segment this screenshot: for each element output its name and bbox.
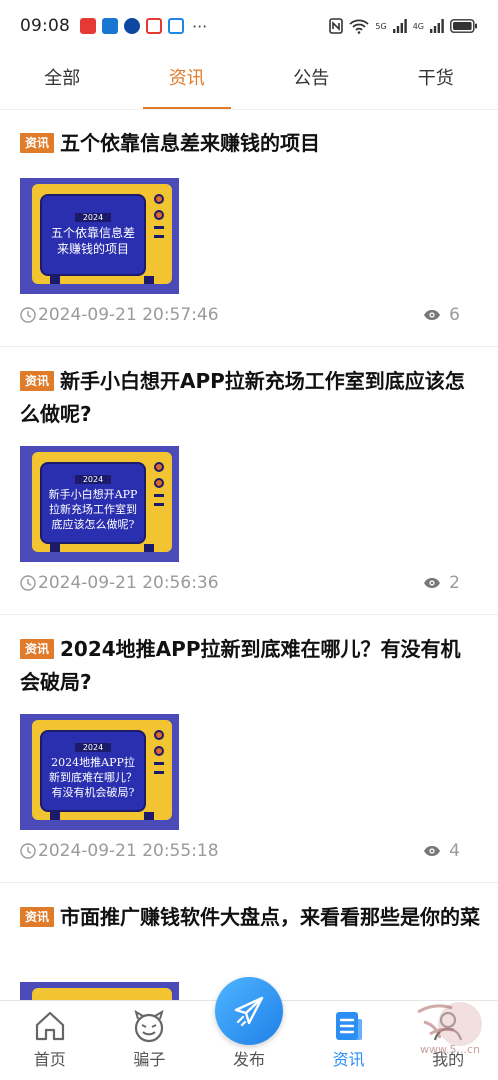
- category-tabs: 全部 资讯 公告 干货: [0, 52, 498, 110]
- article-meta: 2024-09-21 20:57:46 6: [20, 305, 460, 325]
- thumbnail-caption: 新手小白想开APP拉新充场工作室到底应该怎么做呢?: [48, 487, 138, 531]
- tv-screen: 2024 2024地推APP拉新到底难在哪儿？有没有机会破局?: [40, 730, 146, 812]
- tv-illustration: 2024 新手小白想开APP拉新充场工作室到底应该怎么做呢?: [32, 452, 172, 552]
- signal-5g-label: 5G: [375, 21, 387, 31]
- eye-icon: [424, 310, 441, 320]
- article-title-text: 市面推广赚钱软件大盘点，来看看那些是你的菜: [60, 905, 481, 929]
- paper-plane-icon: [234, 996, 264, 1027]
- tv-knobs: [152, 462, 166, 506]
- watermark-text: www.5...cn: [420, 1043, 480, 1056]
- article-title-text: 五个依靠信息差来赚钱的项目: [60, 131, 321, 155]
- article-card[interactable]: 资讯 新手小白想开APP拉新充场工作室到底应该怎么做呢? 2024 新手小白想开A…: [0, 347, 498, 615]
- article-title-text: 2024地推APP拉新到底难在哪儿？有没有机会破局?: [20, 637, 461, 694]
- clock-icon: [20, 575, 36, 591]
- thumbnail-year: 2024: [74, 474, 112, 484]
- publish-button[interactable]: [214, 977, 283, 1045]
- clock-icon: [20, 843, 36, 859]
- tab-announcements[interactable]: 公告: [249, 52, 374, 109]
- article-tag: 资讯: [20, 639, 55, 659]
- article-title-text: 新手小白想开APP拉新充场工作室到底应该怎么做呢?: [20, 369, 465, 426]
- tab-news[interactable]: 资讯: [125, 52, 250, 109]
- article-views: 2: [423, 573, 460, 593]
- notification-icons: ···: [80, 17, 207, 36]
- tab-tips[interactable]: 干货: [374, 52, 498, 109]
- tv-knobs: [152, 194, 166, 238]
- article-meta: 2024-09-21 20:55:18 4: [20, 841, 460, 861]
- article-thumbnail[interactable]: 2024 五个依靠信息差来赚钱的项目: [20, 178, 179, 294]
- thumbnail-caption: 五个依靠信息差来赚钱的项目: [50, 226, 135, 256]
- tab-all[interactable]: 全部: [0, 52, 125, 109]
- eye-icon: [424, 578, 441, 588]
- view-count: 4: [449, 841, 460, 861]
- nfc-icon: [329, 18, 344, 34]
- app-notification-icon: [168, 18, 184, 34]
- article-thumbnail[interactable]: 2024 2024地推APP拉新到底难在哪儿？有没有机会破局?: [20, 714, 179, 830]
- article-tag: 资讯: [20, 907, 55, 927]
- tv-illustration: 2024 五个依靠信息差来赚钱的项目: [32, 184, 172, 284]
- thumbnail-caption: 2024地推APP拉新到底难在哪儿？有没有机会破局?: [49, 755, 137, 799]
- nav-publish-label: 发布: [232, 1050, 265, 1069]
- nav-home-label: 首页: [33, 1050, 66, 1069]
- article-datetime: 2024-09-21 20:55:18: [38, 841, 219, 861]
- article-views: 4: [423, 841, 460, 861]
- clock-time: 09:08: [20, 16, 70, 36]
- article-title: 资讯 2024地推APP拉新到底难在哪儿？有没有机会破局?: [20, 633, 480, 699]
- article-datetime: 2024-09-21 20:56:36: [38, 573, 219, 593]
- clock-icon: [20, 307, 36, 323]
- nav-publish[interactable]: 发布: [199, 977, 299, 1080]
- nav-news[interactable]: 资讯: [299, 1001, 399, 1080]
- cell-signal-icon: [392, 19, 407, 33]
- tv-screen: 2024 新手小白想开APP拉新充场工作室到底应该怎么做呢?: [40, 462, 146, 544]
- nav-scam[interactable]: 骗子: [100, 1001, 200, 1080]
- cell-signal-icon: [430, 19, 444, 33]
- view-count: 6: [449, 305, 460, 325]
- app-notification-icon: [80, 18, 96, 34]
- app-notification-icon: [102, 18, 118, 34]
- article-thumbnail[interactable]: 2024 新手小白想开APP拉新充场工作室到底应该怎么做呢?: [20, 446, 179, 562]
- article-tag: 资讯: [20, 371, 55, 391]
- article-card[interactable]: 资讯 2024地推APP拉新到底难在哪儿？有没有机会破局? 2024 2024地推…: [0, 615, 498, 883]
- system-icons: 5G 4G: [329, 18, 478, 34]
- article-title: 资讯 新手小白想开APP拉新充场工作室到底应该怎么做呢?: [20, 365, 480, 431]
- battery-icon: [450, 19, 477, 33]
- home-icon: [35, 1011, 64, 1041]
- news-icon: [335, 1012, 362, 1040]
- article-datetime: 2024-09-21 20:57:46: [38, 305, 219, 325]
- article-thumbnail[interactable]: [20, 982, 179, 1002]
- status-bar: 09:08 ··· 5G 4G: [0, 0, 498, 52]
- app-notification-icon: [146, 18, 162, 34]
- article-views: 6: [423, 305, 460, 325]
- tv-knobs: [152, 730, 166, 774]
- view-count: 2: [449, 573, 460, 593]
- article-title: 资讯 市面推广赚钱软件大盘点，来看看那些是你的菜: [20, 901, 480, 934]
- article-title: 资讯 五个依靠信息差来赚钱的项目: [20, 127, 480, 160]
- devil-face-icon: [134, 1009, 165, 1043]
- more-notifications-icon: ···: [192, 16, 208, 36]
- article-tag: 资讯: [20, 133, 55, 153]
- nav-scam-label: 骗子: [133, 1050, 166, 1069]
- article-card[interactable]: 资讯 五个依靠信息差来赚钱的项目 2024 五个依靠信息差来赚钱的项目 2024-…: [0, 111, 498, 347]
- eye-icon: [424, 846, 441, 856]
- tv-screen: 2024 五个依靠信息差来赚钱的项目: [40, 194, 146, 276]
- nav-news-label: 资讯: [332, 1050, 365, 1069]
- signal-4g-label: 4G: [412, 21, 424, 31]
- app-notification-icon: [124, 18, 140, 34]
- thumbnail-year: 2024: [74, 213, 112, 222]
- wifi-icon: [349, 19, 370, 34]
- watermark-logo: www.5...cn: [408, 992, 488, 1062]
- nav-home[interactable]: 首页: [0, 1001, 100, 1080]
- thumbnail-year: 2024: [74, 742, 112, 752]
- article-meta: 2024-09-21 20:56:36 2: [20, 573, 460, 593]
- tv-illustration: 2024 2024地推APP拉新到底难在哪儿？有没有机会破局?: [32, 720, 172, 820]
